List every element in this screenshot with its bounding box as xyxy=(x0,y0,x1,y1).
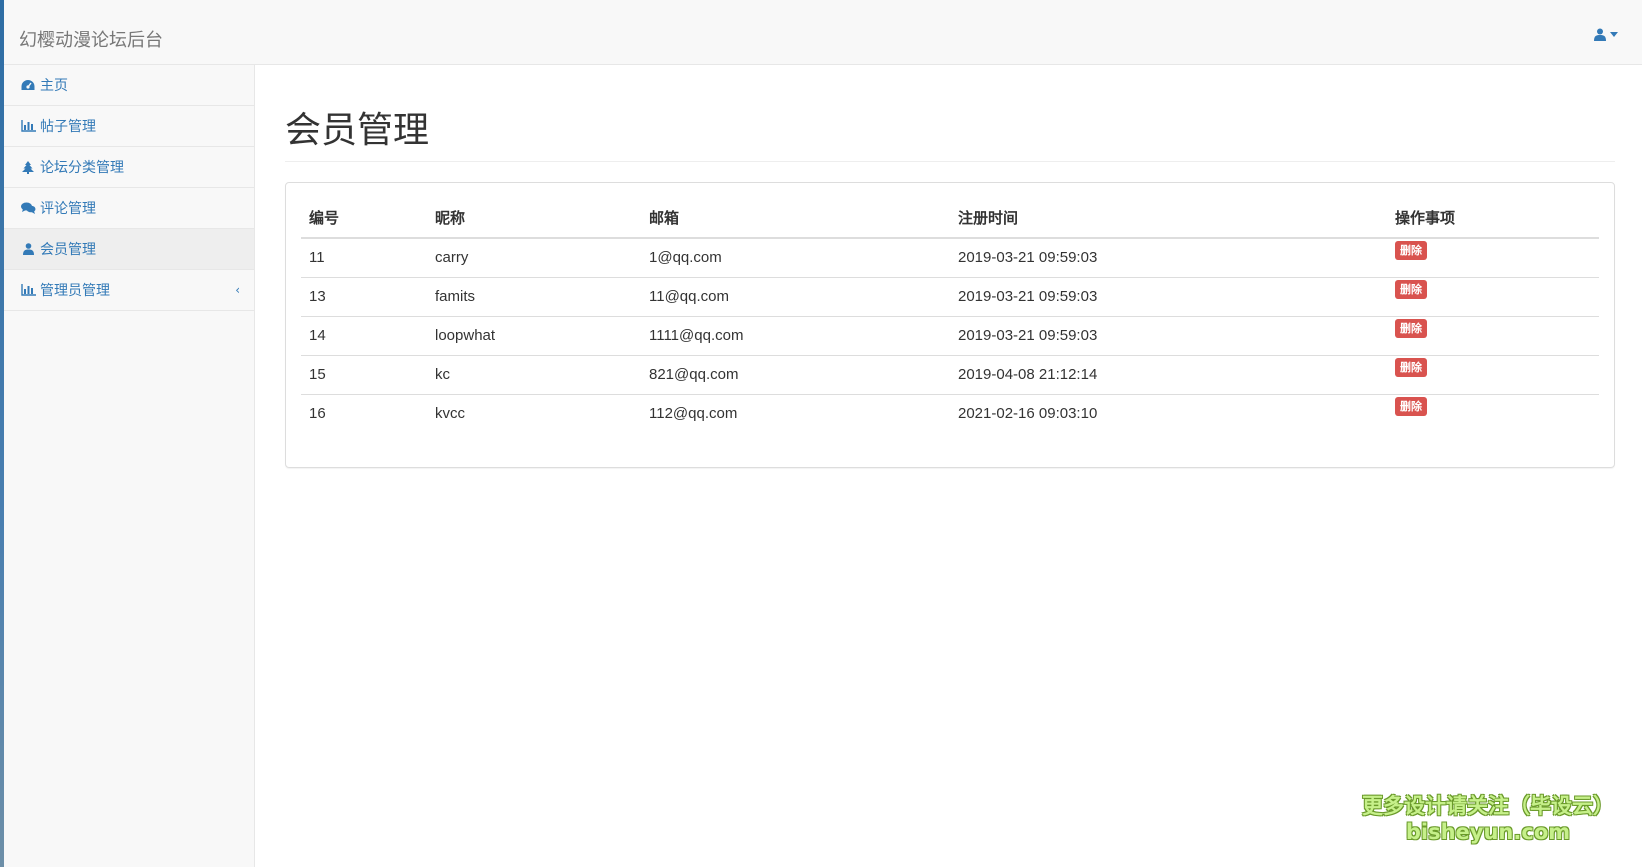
column-header-id: 编号 xyxy=(301,198,427,239)
members-panel: 编号 昵称 邮箱 注册时间 操作事项 11 carry 1@qq.com 201… xyxy=(285,182,1615,468)
cell-nickname: kvcc xyxy=(427,393,641,433)
cell-actions: 删除 xyxy=(1387,315,1599,355)
cell-registered: 2021-02-16 09:03:10 xyxy=(950,393,1387,433)
sidebar-item-comments[interactable]: 评论管理 xyxy=(4,188,254,229)
brand-title[interactable]: 幻樱动漫论坛后台 xyxy=(19,26,163,52)
sidebar-item-label: 主页 xyxy=(40,78,68,94)
cell-actions: 删除 xyxy=(1387,354,1599,394)
delete-button[interactable]: 删除 xyxy=(1395,358,1427,377)
user-menu-toggle[interactable] xyxy=(1594,28,1618,41)
cell-id: 11 xyxy=(309,249,325,267)
members-table: 编号 昵称 邮箱 注册时间 操作事项 11 carry 1@qq.com 201… xyxy=(301,198,1599,433)
cell-email: 1@qq.com xyxy=(649,249,722,267)
delete-button[interactable]: 删除 xyxy=(1395,241,1427,261)
main-content: 会员管理 编号 昵称 邮箱 注册时间 操作事项 11 carry 1@qq.co… xyxy=(285,65,1615,468)
table-row: 14 loopwhat 1111@qq.com 2019-03-21 09:59… xyxy=(301,315,1599,355)
sidebar-item-label: 会员管理 xyxy=(40,242,96,258)
cell-id: 13 xyxy=(301,276,427,316)
cell-email: 112@qq.com xyxy=(641,393,950,433)
cell-id: 16 xyxy=(301,393,427,433)
sidebar: 主页 帖子管理 论坛分类管理 评论管理 会员管理 管理员管理 ‹ xyxy=(4,65,255,867)
cell-registered: 2019-03-21 09:59:03 xyxy=(950,315,1387,355)
cell-nickname: loopwhat xyxy=(427,315,641,355)
sidebar-item-label: 管理员管理 xyxy=(40,283,110,299)
cell-actions: 删除 xyxy=(1387,276,1599,316)
cell-nickname: kc xyxy=(427,354,641,394)
watermark-line2: bisheyun.com xyxy=(1405,820,1571,844)
sidebar-item-categories[interactable]: 论坛分类管理 xyxy=(4,147,254,188)
bar-chart-icon xyxy=(20,283,36,297)
cell-nickname: famits xyxy=(427,276,641,316)
table-row: 13 famits 11@qq.com 2019-03-21 09:59:03 … xyxy=(301,276,1599,316)
delete-button[interactable]: 删除 xyxy=(1395,280,1427,299)
cell-email: 11@qq.com xyxy=(641,276,950,316)
column-header-actions: 操作事项 xyxy=(1387,198,1599,239)
page-title: 会员管理 xyxy=(285,101,1615,162)
cell-registered: 2019-03-21 09:59:03 xyxy=(950,276,1387,316)
cell-actions: 删除 xyxy=(1387,393,1599,433)
cell-email: 821@qq.com xyxy=(641,354,950,394)
table-row: 11 carry 1@qq.com 2019-03-21 09:59:03 删除 xyxy=(301,238,1599,277)
table-row: 15 kc 821@qq.com 2019-04-08 21:12:14 删除 xyxy=(301,354,1599,394)
cell-id: 14 xyxy=(301,315,427,355)
chevron-left-icon[interactable]: ‹ xyxy=(235,283,240,297)
tree-icon xyxy=(20,160,36,174)
sidebar-item-posts[interactable]: 帖子管理 xyxy=(4,106,254,147)
user-icon xyxy=(1594,28,1606,41)
comments-icon xyxy=(20,201,36,215)
table-header-row: 编号 昵称 邮箱 注册时间 操作事项 xyxy=(301,198,1599,239)
sidebar-item-admins[interactable]: 管理员管理 ‹ xyxy=(4,270,254,311)
delete-button[interactable]: 删除 xyxy=(1395,397,1427,417)
table-row: 16 kvcc 112@qq.com 2021-02-16 09:03:10 删… xyxy=(301,393,1599,433)
cell-registered: 2019-03-21 09:59:03 xyxy=(958,249,1098,267)
user-icon xyxy=(20,242,36,256)
dashboard-icon xyxy=(20,78,36,92)
cell-email: 1111@qq.com xyxy=(641,315,950,355)
caret-down-icon xyxy=(1610,32,1618,37)
watermark-line1: 更多设计请关注（毕设云） xyxy=(1362,794,1614,818)
cell-id: 15 xyxy=(301,354,427,394)
column-header-nickname: 昵称 xyxy=(427,198,641,239)
delete-button[interactable]: 删除 xyxy=(1395,319,1427,338)
cell-actions: 删除 xyxy=(1387,238,1599,277)
sidebar-item-label: 帖子管理 xyxy=(40,119,96,135)
cell-nickname: carry xyxy=(435,249,469,267)
cell-registered: 2019-04-08 21:12:14 xyxy=(950,354,1387,394)
column-header-email: 邮箱 xyxy=(641,198,950,239)
column-header-registered: 注册时间 xyxy=(950,198,1387,239)
sidebar-item-label: 论坛分类管理 xyxy=(40,160,124,176)
watermark: 更多设计请关注（毕设云） bisheyun.com xyxy=(1358,790,1618,844)
top-navbar: 幻樱动漫论坛后台 xyxy=(4,0,1642,65)
sidebar-item-members[interactable]: 会员管理 xyxy=(4,229,254,270)
sidebar-item-label: 评论管理 xyxy=(40,201,96,217)
sidebar-item-home[interactable]: 主页 xyxy=(4,65,254,106)
bar-chart-icon xyxy=(20,119,36,133)
